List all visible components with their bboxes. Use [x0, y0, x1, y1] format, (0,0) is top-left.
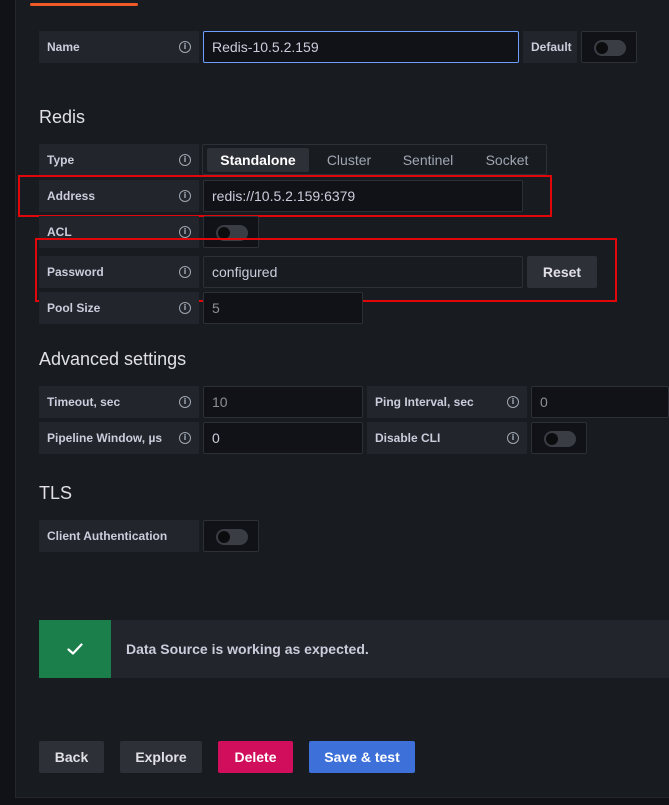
- alert-message: Data Source is working as expected.: [126, 641, 369, 657]
- explore-button[interactable]: Explore: [120, 741, 202, 773]
- success-alert: Data Source is working as expected.: [39, 620, 669, 678]
- info-icon: i: [179, 41, 191, 53]
- type-option-standalone[interactable]: Standalone: [207, 148, 309, 172]
- info-icon: i: [179, 432, 191, 444]
- type-option-sentinel[interactable]: Sentinel: [389, 148, 467, 172]
- type-radio-group: Standalone Cluster Sentinel Socket: [202, 144, 547, 175]
- pipeline-window-label: Pipeline Window, µs i: [39, 422, 199, 454]
- default-label: Default: [523, 31, 577, 63]
- info-icon: i: [179, 154, 191, 166]
- type-option-socket[interactable]: Socket: [469, 148, 545, 172]
- tls-heading: TLS: [39, 483, 73, 503]
- timeout-label: Timeout, sec i: [39, 386, 199, 418]
- client-auth-label: Client Authentication: [39, 520, 199, 552]
- toggle-switch: [216, 529, 248, 545]
- name-label: Name i: [39, 31, 199, 63]
- advanced-heading: Advanced settings: [39, 349, 187, 369]
- type-label: Type i: [39, 144, 199, 176]
- check-icon: [39, 620, 111, 678]
- highlight-box-address: [18, 175, 552, 217]
- default-toggle[interactable]: [581, 31, 637, 63]
- client-auth-toggle[interactable]: [203, 520, 259, 552]
- timeout-input[interactable]: 10: [203, 386, 363, 418]
- back-button[interactable]: Back: [39, 741, 104, 773]
- save-and-test-button[interactable]: Save & test: [309, 741, 415, 773]
- pipeline-window-input[interactable]: 0: [203, 422, 363, 454]
- toggle-switch: [544, 431, 576, 447]
- disable-cli-toggle[interactable]: [531, 422, 587, 454]
- pool-size-input[interactable]: 5: [203, 292, 363, 324]
- redis-heading: Redis: [39, 107, 86, 127]
- toggle-switch: [594, 40, 626, 56]
- name-input[interactable]: Redis-10.5.2.159: [203, 31, 519, 63]
- info-icon: i: [507, 396, 519, 408]
- active-tab-indicator: [30, 3, 138, 6]
- info-icon: i: [179, 226, 191, 238]
- info-icon: i: [179, 396, 191, 408]
- type-option-cluster[interactable]: Cluster: [311, 148, 387, 172]
- disable-cli-label: Disable CLI i: [367, 422, 527, 454]
- info-icon: i: [507, 432, 519, 444]
- info-icon: i: [179, 302, 191, 314]
- ping-interval-label: Ping Interval, sec i: [367, 386, 527, 418]
- pool-size-label: Pool Size i: [39, 292, 199, 324]
- ping-interval-input[interactable]: 0: [531, 386, 669, 418]
- delete-button[interactable]: Delete: [218, 741, 293, 773]
